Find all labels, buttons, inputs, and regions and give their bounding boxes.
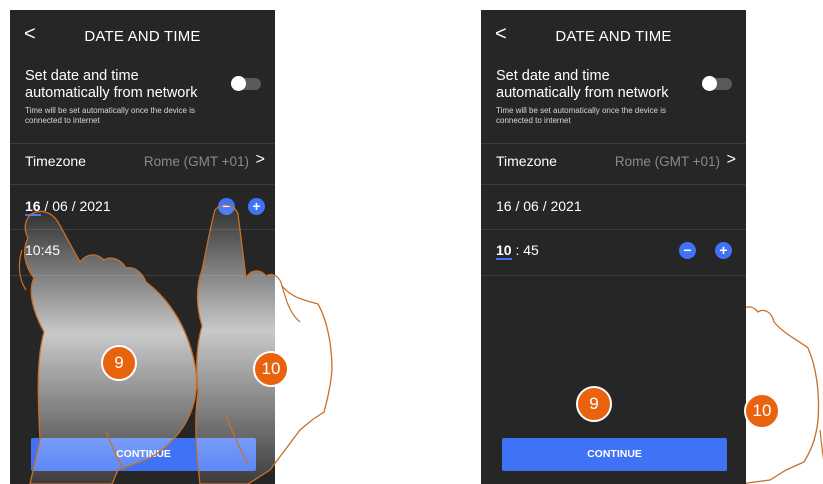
date-day-field[interactable]: 16 <box>25 199 41 216</box>
auto-time-toggle[interactable] <box>231 76 261 91</box>
timezone-value: Rome (GMT +01) <box>614 154 720 169</box>
auto-time-note: Time will be set automatically once the … <box>25 106 195 125</box>
plus-circle-icon[interactable]: + <box>715 242 732 259</box>
time-value: 10 : 45 <box>496 242 539 260</box>
time-row[interactable]: 10 : 45 − + <box>496 234 736 268</box>
header: < DATE AND TIME <box>10 10 275 62</box>
auto-time-toggle[interactable] <box>702 76 732 91</box>
divider <box>481 275 746 276</box>
step-badge: 9 <box>101 345 137 381</box>
time-hour-field[interactable]: 10 <box>25 242 41 258</box>
auto-time-label: Set date and time automatically from net… <box>25 68 198 101</box>
device-screen-right: < DATE AND TIME Set date and time automa… <box>481 10 746 484</box>
device-screen-left: < DATE AND TIME Set date and time automa… <box>10 10 275 484</box>
date-row[interactable]: 16 / 06 / 2021 − + <box>25 190 265 224</box>
auto-time-label: Set date and time automatically from net… <box>496 68 669 101</box>
divider <box>10 229 275 230</box>
auto-time-note: Time will be set automatically once the … <box>496 106 666 125</box>
time-rest: :45 <box>40 242 61 258</box>
time-hour-field[interactable]: 10 <box>496 243 512 260</box>
step-badge: 10 <box>253 351 289 387</box>
timezone-row[interactable]: Timezone Rome (GMT +01) > <box>496 145 736 179</box>
step-badge: 9 <box>576 386 612 422</box>
date-rest: / 06 / 2021 <box>40 198 111 214</box>
date-value: 16 / 06 / 2021 <box>496 198 582 214</box>
date-value: 16 / 06 / 2021 <box>25 198 111 216</box>
page-title: DATE AND TIME <box>555 28 672 45</box>
timezone-value: Rome (GMT +01) <box>143 154 249 169</box>
divider <box>481 143 746 144</box>
divider <box>10 275 275 276</box>
divider <box>10 143 275 144</box>
continue-button[interactable]: CONTINUE <box>31 438 256 471</box>
continue-button[interactable]: CONTINUE <box>502 438 727 471</box>
chevron-right-icon: > <box>255 151 265 168</box>
toggle-knob <box>702 76 717 91</box>
timezone-label: Timezone <box>496 153 557 169</box>
time-row[interactable]: 10:45 <box>25 234 265 268</box>
date-row[interactable]: 16 / 06 / 2021 <box>496 190 736 224</box>
time-rest: : 45 <box>511 242 539 258</box>
time-value: 10:45 <box>25 242 60 258</box>
auto-time-setting: Set date and time automatically from net… <box>25 68 265 138</box>
header: < DATE AND TIME <box>481 10 746 62</box>
plus-circle-icon[interactable]: + <box>248 198 265 215</box>
timezone-label: Timezone <box>25 153 86 169</box>
minus-circle-icon[interactable]: − <box>218 198 235 215</box>
divider <box>481 229 746 230</box>
auto-time-setting: Set date and time automatically from net… <box>496 68 736 138</box>
divider <box>481 184 746 185</box>
chevron-right-icon: > <box>726 151 736 168</box>
timezone-row[interactable]: Timezone Rome (GMT +01) > <box>25 145 265 179</box>
step-badge: 10 <box>744 393 780 429</box>
divider <box>10 184 275 185</box>
toggle-knob <box>231 76 246 91</box>
minus-circle-icon[interactable]: − <box>679 242 696 259</box>
page-title: DATE AND TIME <box>84 28 201 45</box>
